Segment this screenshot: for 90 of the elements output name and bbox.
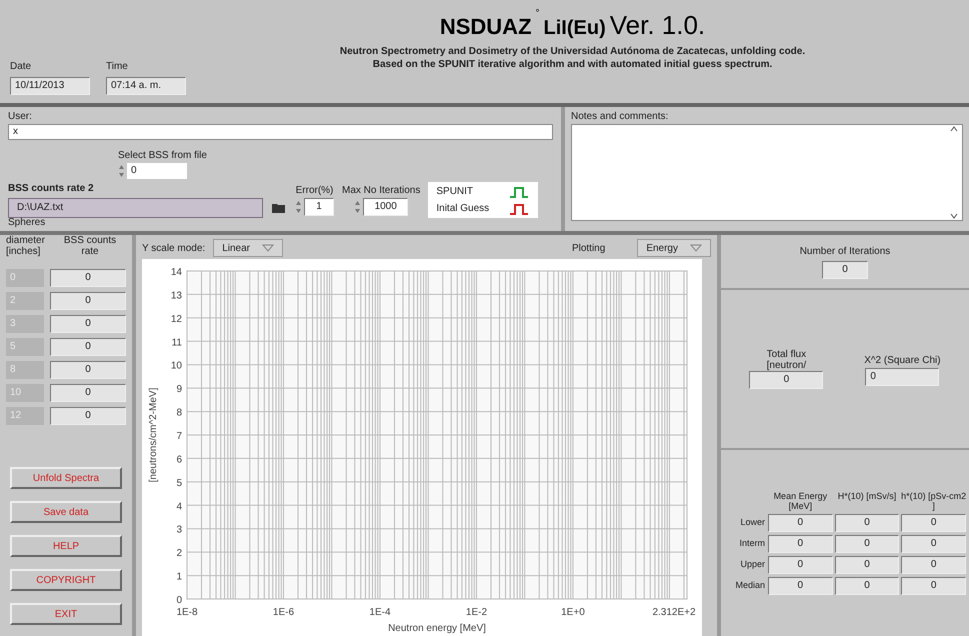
subtitle-text: Based on the SPUNIT iterative algorithm and with automated initial guess spectrum. <box>372 58 772 71</box>
app-title: NSDUAZ ° LiI(Eu)Ver. 1.0. <box>440 7 706 42</box>
x-tick-label: 1E-6 <box>272 607 294 618</box>
subtitle-text: Neutron Spectrometry and Dosimetry of the Universidad Autónoma de Zacatecas, unfolding code. <box>340 45 806 58</box>
max-iterations-label: Max No Iterations <box>342 184 420 198</box>
rate-field[interactable]: 0 <box>50 338 126 356</box>
x-tick-label: 1E+0 <box>561 607 585 618</box>
scroll-up-icon[interactable] <box>950 125 958 133</box>
x-tick-label: 1E-8 <box>176 607 198 618</box>
result-field[interactable]: 0 <box>834 556 900 574</box>
x-axis-title: Neutron energy [MeV] <box>388 623 486 634</box>
error-label: Error(%) <box>296 184 334 198</box>
notes-field[interactable] <box>571 124 963 221</box>
y-tick-label: 12 <box>170 314 182 325</box>
y-tick-label: 2 <box>176 548 182 560</box>
user-label: User: <box>8 110 33 124</box>
result-field[interactable]: 0 <box>834 514 900 532</box>
select-bss-label: Select BSS from file <box>118 149 207 163</box>
x-tick-label: 1E-2 <box>466 607 488 618</box>
row-label: Lower <box>739 516 766 530</box>
max-iterations-field[interactable]: 1000 <box>363 198 408 216</box>
y-tick-label: 10 <box>170 360 182 372</box>
rate-field[interactable]: 0 <box>50 384 126 402</box>
plotting-dropdown[interactable]: Energy <box>637 239 711 257</box>
result-field[interactable]: 0 <box>901 577 966 595</box>
row-label: Interm <box>738 537 766 550</box>
dropdown-caret-icon <box>262 244 274 252</box>
rate-field[interactable]: 0 <box>50 361 126 379</box>
date-label: Date <box>10 60 32 74</box>
user-field[interactable]: x <box>8 124 553 140</box>
column-header: h*(10) [pSv-cm2 ] <box>900 491 968 511</box>
result-field[interactable]: 0 <box>901 514 966 532</box>
result-field[interactable]: 0 <box>901 535 966 553</box>
diameter-label: diameter [inches] <box>6 235 46 259</box>
time-field[interactable]: 07:14 a. m. <box>106 77 186 95</box>
row-label: Median <box>734 579 766 592</box>
chi-square-field[interactable]: 0 <box>865 368 940 386</box>
legend-label: Inital Guess <box>436 202 490 216</box>
result-field[interactable]: 0 <box>834 577 900 595</box>
rate-field[interactable]: 0 <box>50 407 126 425</box>
y-tick-label: 13 <box>170 290 182 302</box>
y-scale-label: Y scale mode: <box>142 242 206 256</box>
y-tick-label: 4 <box>176 501 182 512</box>
y-tick-label: 3 <box>176 524 182 536</box>
total-flux-field[interactable]: 0 <box>749 371 824 389</box>
result-field[interactable]: 0 <box>768 514 833 532</box>
dropdown-caret-icon <box>690 244 702 252</box>
rate-field[interactable]: 0 <box>50 315 126 333</box>
y-tick-label: 1 <box>176 572 182 583</box>
bss-file-label: BSS counts rate 2 <box>8 182 94 196</box>
folder-icon[interactable] <box>271 202 287 214</box>
error-field[interactable]: 1 <box>304 198 334 216</box>
result-field[interactable]: 0 <box>768 535 833 553</box>
column-header: Mean Energy [MeV] <box>772 491 828 511</box>
x-tick-label: 2.312E+2 <box>652 607 696 618</box>
y-tick-label: 0 <box>176 595 182 606</box>
spinner-icon[interactable] <box>118 164 125 178</box>
y-tick-label: 8 <box>176 408 182 419</box>
y-tick-label: 6 <box>176 454 182 466</box>
notes-label: Notes and comments: <box>571 110 670 124</box>
x-tick-label: 1E-4 <box>369 607 391 618</box>
spheres-label: Spheres <box>8 218 46 228</box>
result-field[interactable]: 0 <box>834 535 900 553</box>
y-tick-label: 14 <box>170 267 182 278</box>
column-header: H*(10) [mSv/s] <box>836 491 898 503</box>
chi-square-label: X^2 (Square Chi) <box>864 354 941 368</box>
plotting-label: Plotting <box>572 242 606 256</box>
rate-label: BSS counts rate <box>62 235 118 259</box>
y-axis-title: [neutrons/cm^2-MeV] <box>148 388 159 482</box>
time-label: Time <box>106 60 129 74</box>
y-scale-dropdown[interactable]: Linear <box>213 239 283 257</box>
rate-field[interactable]: 0 <box>50 269 126 287</box>
y-tick-label: 9 <box>176 384 182 396</box>
y-tick-label: 7 <box>176 431 182 442</box>
result-field[interactable]: 0 <box>768 556 833 574</box>
total-flux-label: Total flux [neutron/ <box>766 349 808 371</box>
result-field[interactable]: 0 <box>768 577 833 595</box>
iterations-field[interactable]: 0 <box>822 261 868 279</box>
result-field[interactable]: 0 <box>901 556 966 574</box>
iterations-label: Number of Iterations <box>800 245 890 259</box>
rate-field[interactable]: 0 <box>50 292 126 310</box>
spinner-icon[interactable] <box>295 200 302 214</box>
select-bss-field[interactable]: 0 <box>127 163 187 179</box>
scroll-down-icon[interactable] <box>950 212 958 220</box>
row-label: Upper <box>739 558 766 572</box>
date-field[interactable]: 10/11/2013 <box>10 77 90 95</box>
legend-label: SPUNIT <box>436 185 474 199</box>
y-tick-label: 5 <box>176 478 182 489</box>
file-path-field[interactable]: D:\UAZ.txt <box>8 198 263 218</box>
y-tick-label: 11 <box>172 337 182 348</box>
